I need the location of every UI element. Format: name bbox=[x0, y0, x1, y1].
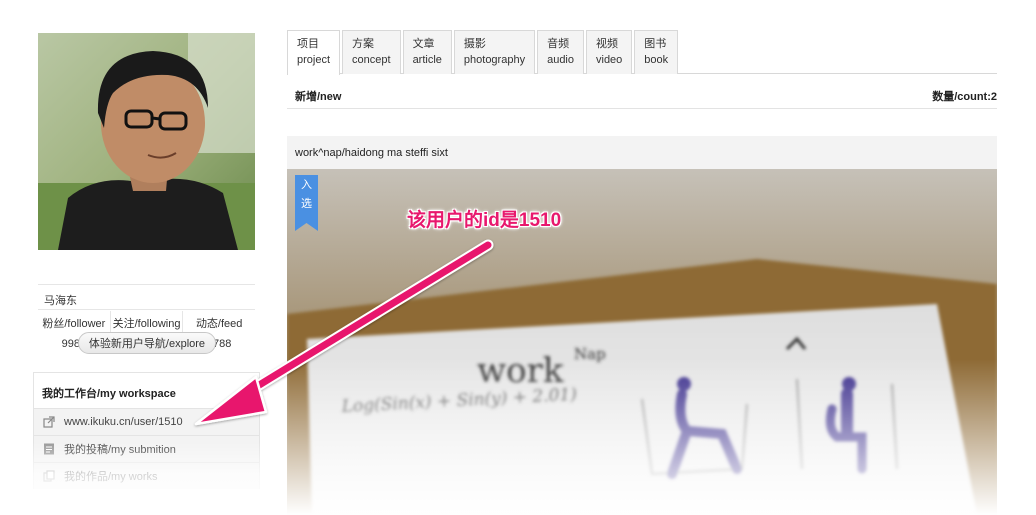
annotation-label: 该用户的id是1510 bbox=[407, 210, 562, 231]
annotation-arrow bbox=[194, 239, 494, 426]
